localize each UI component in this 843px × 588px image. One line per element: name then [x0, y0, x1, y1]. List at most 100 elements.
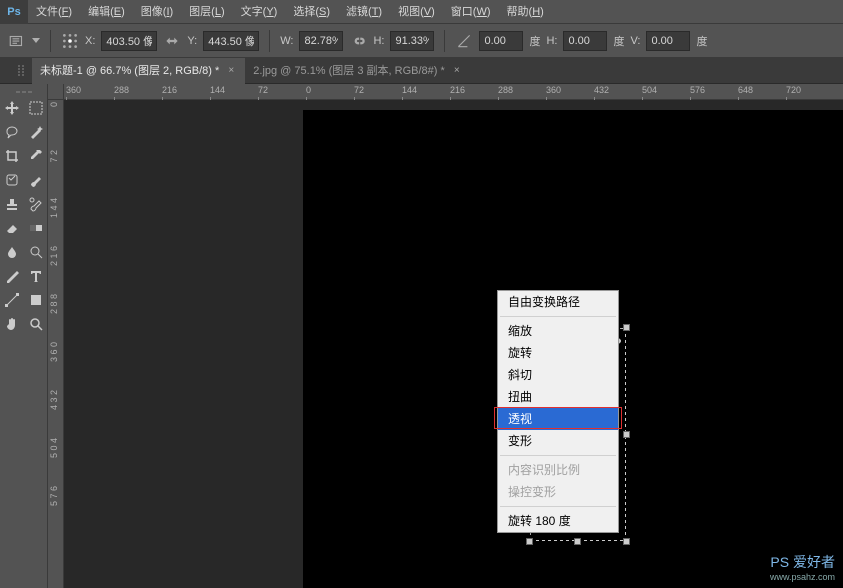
tool-path[interactable] [0, 288, 24, 312]
tool-pen[interactable] [0, 264, 24, 288]
h2-label: H: [546, 35, 557, 47]
tool-dodge[interactable] [24, 240, 48, 264]
toolbox [0, 84, 48, 588]
document-tab[interactable]: 未标题-1 @ 66.7% (图层 2, RGB/8) * × [32, 58, 245, 84]
document-tab[interactable]: 2.jpg @ 75.1% (图层 3 副本, RGB/8#) * × [245, 58, 471, 84]
toolbox-handle[interactable] [0, 88, 47, 96]
dropdown-icon[interactable] [32, 38, 40, 43]
ruler-tick: 2 1 6 [49, 246, 59, 266]
tool-wand[interactable] [24, 120, 48, 144]
close-icon[interactable]: × [451, 65, 463, 77]
transform-handle[interactable] [623, 431, 630, 438]
ruler-tick: 144 [210, 85, 225, 95]
menu-i[interactable]: 图像(I) [133, 0, 181, 24]
tool-eraser[interactable] [0, 216, 24, 240]
ruler-tick: 720 [786, 85, 801, 95]
tool-history[interactable] [24, 192, 48, 216]
menu-f[interactable]: 文件(F) [28, 0, 80, 24]
context-menu-item[interactable]: 变形 [498, 430, 618, 452]
menu-bar: Ps 文件(F)编辑(E)图像(I)图层(L)文字(Y)选择(S)滤镜(T)视图… [0, 0, 843, 24]
tool-zoom[interactable] [24, 312, 48, 336]
transform-handle[interactable] [526, 538, 533, 545]
menu-separator [500, 316, 616, 317]
ruler-tick: 288 [498, 85, 513, 95]
menu-e[interactable]: 编辑(E) [80, 0, 133, 24]
h-input[interactable] [390, 31, 434, 51]
doc-handle-icon[interactable] [12, 58, 32, 84]
ruler-tick: 144 [402, 85, 417, 95]
ruler-tick: 1 4 4 [49, 198, 59, 218]
close-icon[interactable]: × [225, 65, 237, 77]
document-tabs: 未标题-1 @ 66.7% (图层 2, RGB/8) *×2.jpg @ 75… [0, 58, 843, 84]
menu-l[interactable]: 图层(L) [181, 0, 232, 24]
ruler-vertical: 07 21 4 42 1 62 8 83 6 04 3 25 0 45 7 6 [48, 100, 64, 588]
canvas-viewport[interactable] [64, 100, 843, 588]
v-input[interactable] [646, 31, 690, 51]
context-menu-item[interactable]: 透视 [498, 408, 618, 430]
tool-move[interactable] [0, 96, 24, 120]
menu-y[interactable]: 文字(Y) [233, 0, 286, 24]
context-menu-item[interactable]: 扭曲 [498, 386, 618, 408]
transform-handle[interactable] [623, 324, 630, 331]
tab-label: 2.jpg @ 75.1% (图层 3 副本, RGB/8#) * [253, 58, 445, 84]
reference-point-icon[interactable] [61, 32, 79, 50]
swap-xy-icon[interactable] [163, 32, 181, 50]
tool-brush[interactable] [24, 168, 48, 192]
link-wh-icon[interactable] [349, 32, 367, 50]
context-menu: 自由变换路径缩放旋转斜切扭曲透视变形内容识别比例操控变形旋转 180 度 [497, 290, 619, 533]
y-input[interactable] [203, 31, 259, 51]
tool-hand[interactable] [0, 312, 24, 336]
canvas-area: 3602882161447207214421628836043250457664… [48, 84, 843, 588]
ruler-tick: 3 6 0 [49, 342, 59, 362]
tool-stamp[interactable] [0, 192, 24, 216]
context-menu-item[interactable]: 旋转 180 度 [498, 510, 618, 532]
context-menu-item[interactable]: 旋转 [498, 342, 618, 364]
workspace: 3602882161447207214421628836043250457664… [0, 84, 843, 588]
ruler-tick: 576 [690, 85, 705, 95]
ruler-tick: 288 [114, 85, 129, 95]
h2-input[interactable] [563, 31, 607, 51]
tool-blur[interactable] [0, 240, 24, 264]
tool-crop[interactable] [0, 144, 24, 168]
ruler-tick: 72 [354, 85, 364, 95]
angle-unit: 度 [529, 33, 540, 49]
ruler-tick: 504 [642, 85, 657, 95]
transform-handle[interactable] [574, 538, 581, 545]
menu-h[interactable]: 帮助(H) [499, 0, 552, 24]
transform-handle[interactable] [623, 538, 630, 545]
menu-separator [500, 455, 616, 456]
tool-preset-icon[interactable] [8, 32, 26, 50]
context-menu-item[interactable]: 斜切 [498, 364, 618, 386]
w-input[interactable] [299, 31, 343, 51]
menu-w[interactable]: 窗口(W) [443, 0, 499, 24]
tool-eyedropper[interactable] [24, 144, 48, 168]
x-input[interactable] [101, 31, 157, 51]
ruler-tick: 4 3 2 [49, 390, 59, 410]
ruler-tick: 72 [258, 85, 268, 95]
ruler-tick: 216 [450, 85, 465, 95]
ruler-tick: 360 [66, 85, 81, 95]
tool-gradient[interactable] [24, 216, 48, 240]
context-menu-item[interactable]: 自由变换路径 [498, 291, 618, 313]
ruler-tick: 0 [49, 102, 59, 107]
tool-marquee[interactable] [24, 96, 48, 120]
ruler-tick: 2 8 8 [49, 294, 59, 314]
ruler-corner [48, 84, 64, 100]
v-label: V: [630, 35, 640, 47]
menu-s[interactable]: 选择(S) [285, 0, 338, 24]
watermark-sub: www.psahz.com [770, 572, 835, 582]
ruler-tick: 0 [306, 85, 311, 95]
tab-label: 未标题-1 @ 66.7% (图层 2, RGB/8) * [40, 58, 219, 84]
tool-lasso[interactable] [0, 120, 24, 144]
tool-heal[interactable] [0, 168, 24, 192]
menu-v[interactable]: 视图(V) [390, 0, 443, 24]
tool-type[interactable] [24, 264, 48, 288]
context-menu-item: 操控变形 [498, 481, 618, 503]
h2-unit: 度 [613, 33, 624, 49]
watermark: PS 爱好者 www.psahz.com [770, 552, 835, 582]
context-menu-item[interactable]: 缩放 [498, 320, 618, 342]
ruler-tick: 216 [162, 85, 177, 95]
tool-shape[interactable] [24, 288, 48, 312]
angle-input[interactable] [479, 31, 523, 51]
menu-t[interactable]: 滤镜(T) [338, 0, 390, 24]
